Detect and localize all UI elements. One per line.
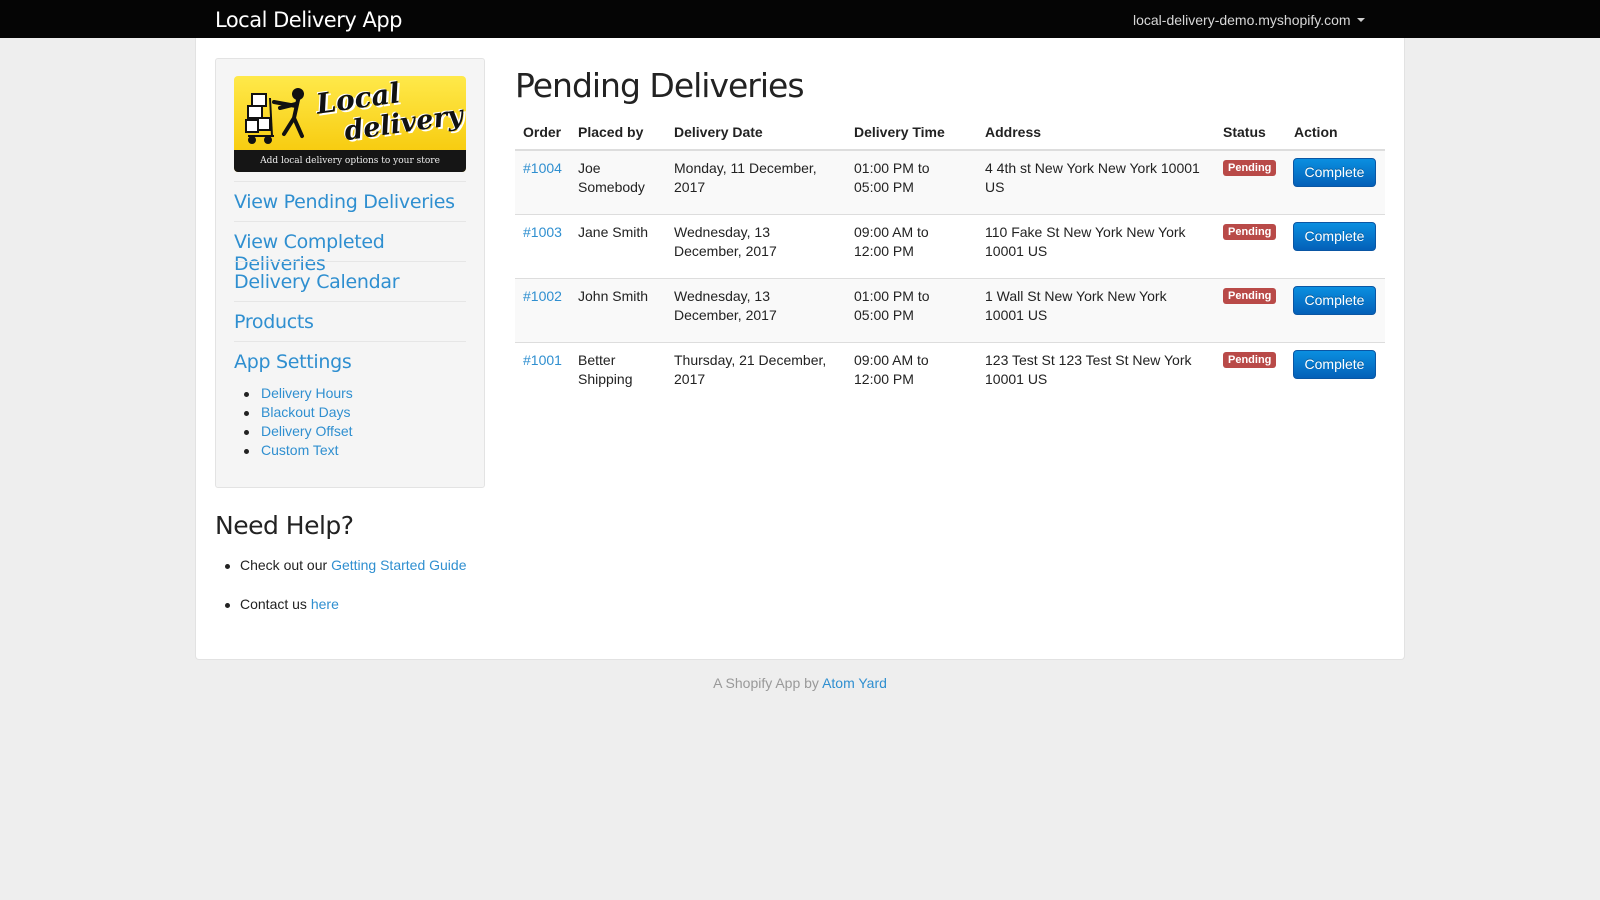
divider [234, 301, 466, 302]
delivery-date: 2017 [674, 371, 706, 387]
delivery-date: December, 2017 [674, 243, 777, 259]
status-badge: Pending [1223, 224, 1277, 240]
divider [234, 341, 466, 342]
help-heading: Need Help? [215, 511, 354, 540]
submenu-item-blackout[interactable]: Blackout Days [243, 404, 353, 423]
sidebar-item-pending[interactable]: View Pending Deliveries [234, 191, 466, 213]
delivery-date: Monday, 11 December, [674, 160, 817, 176]
complete-button[interactable]: Complete [1293, 350, 1376, 379]
column-header-time: Delivery Time [854, 124, 945, 140]
submenu-item-offset[interactable]: Delivery Offset [243, 423, 353, 442]
delivery-person-icon [245, 88, 304, 144]
placed-by: John Smith [578, 288, 649, 304]
footer-text: A Shopify App by [713, 675, 823, 691]
column-header-action: Action [1294, 124, 1338, 140]
column-header-date: Delivery Date [674, 124, 763, 140]
help-guide-text: Check out our [240, 557, 332, 573]
order-link[interactable]: #1001 [523, 352, 562, 368]
placed-by: Somebody [578, 179, 645, 195]
delivery-date: Wednesday, 13 [674, 288, 770, 304]
order-link[interactable]: #1003 [523, 224, 562, 240]
delivery-date: 2017 [674, 179, 706, 195]
column-header-placed-by: Placed by [578, 124, 644, 140]
address: 4 4th st New York New York 10001 [985, 160, 1200, 176]
logo-tagline: Add local delivery options to your store [234, 150, 466, 172]
atom-yard-link[interactable]: Atom Yard [822, 675, 887, 691]
sidebar-item-products[interactable]: Products [234, 311, 466, 333]
shop-dropdown[interactable]: local-delivery-demo.myshopify.com [1133, 12, 1365, 28]
divider [234, 261, 466, 262]
table-row: #1004 Joe Somebody Monday, 11 December, 20… [515, 151, 1385, 215]
column-header-status: Status [1223, 124, 1266, 140]
delivery-time: 05:00 PM [854, 179, 914, 195]
sidebar-item-settings[interactable]: App Settings [234, 351, 466, 373]
complete-button[interactable]: Complete [1293, 286, 1376, 315]
help-contact-text: Contact us [240, 596, 311, 612]
address: US [985, 179, 1005, 195]
table-row: #1002 John Smith Wednesday, 13 December, … [515, 279, 1385, 343]
delivery-time: 05:00 PM [854, 307, 914, 323]
address: 10001 US [985, 307, 1048, 323]
column-header-address: Address [985, 124, 1042, 140]
complete-button[interactable]: Complete [1293, 158, 1376, 187]
delivery-date: Wednesday, 13 [674, 224, 770, 240]
contact-link[interactable]: here [311, 596, 339, 612]
delivery-time: 09:00 AM to [854, 352, 929, 368]
shop-name: local-delivery-demo.myshopify.com [1133, 12, 1351, 28]
getting-started-link[interactable]: Getting Started Guide [331, 557, 466, 573]
placed-by: Joe [578, 160, 601, 176]
delivery-date: December, 2017 [674, 307, 777, 323]
delivery-time: 12:00 PM [854, 371, 914, 387]
sidebar-item-calendar[interactable]: Delivery Calendar [234, 271, 466, 293]
bullet [225, 603, 230, 608]
table-row: #1003 Jane Smith Wednesday, 13 December, … [515, 215, 1385, 279]
order-link[interactable]: #1004 [523, 160, 562, 176]
placed-by: Shipping [578, 371, 633, 387]
status-badge: Pending [1223, 352, 1277, 368]
help-guide-item: Check out our Getting Started Guide [240, 557, 466, 573]
order-link[interactable]: #1002 [523, 288, 562, 304]
top-navbar: Local Delivery App local-delivery-demo.m… [0, 0, 1600, 38]
complete-button[interactable]: Complete [1293, 222, 1376, 251]
app-logo: Local delivery Add local delivery option… [234, 76, 466, 172]
divider [234, 221, 466, 222]
column-header-order: Order [523, 124, 562, 140]
address: 10001 US [985, 243, 1048, 259]
chevron-down-icon [1356, 18, 1365, 22]
placed-by: Jane Smith [578, 224, 649, 240]
delivery-time: 01:00 PM to [854, 288, 930, 304]
bullet [225, 564, 230, 569]
settings-submenu: Delivery Hours Blackout Days Delivery Of… [243, 385, 353, 461]
address: 123 Test St 123 Test St New York [985, 352, 1192, 368]
divider [234, 181, 466, 182]
delivery-date: Thursday, 21 December, [674, 352, 827, 368]
delivery-time: 12:00 PM [854, 243, 914, 259]
status-badge: Pending [1223, 288, 1277, 304]
address: 10001 US [985, 371, 1048, 387]
footer: A Shopify App by Atom Yard [0, 675, 1600, 691]
sidebar-item-completed[interactable]: View Completed Deliveries [234, 231, 466, 275]
address: 110 Fake St New York New York [985, 224, 1186, 240]
page-title: Pending Deliveries [515, 66, 805, 105]
help-contact-item: Contact us here [240, 596, 339, 612]
placed-by: Better [578, 352, 616, 368]
delivery-time: 01:00 PM to [854, 160, 930, 176]
table-row: #1001 Better Shipping Thursday, 21 Decemb… [515, 343, 1385, 407]
address: 1 Wall St New York New York [985, 288, 1167, 304]
delivery-time: 09:00 AM to [854, 224, 929, 240]
submenu-item-hours[interactable]: Delivery Hours [243, 385, 353, 404]
submenu-item-custom-text[interactable]: Custom Text [243, 442, 353, 461]
status-badge: Pending [1223, 160, 1277, 176]
app-title[interactable]: Local Delivery App [215, 8, 402, 32]
